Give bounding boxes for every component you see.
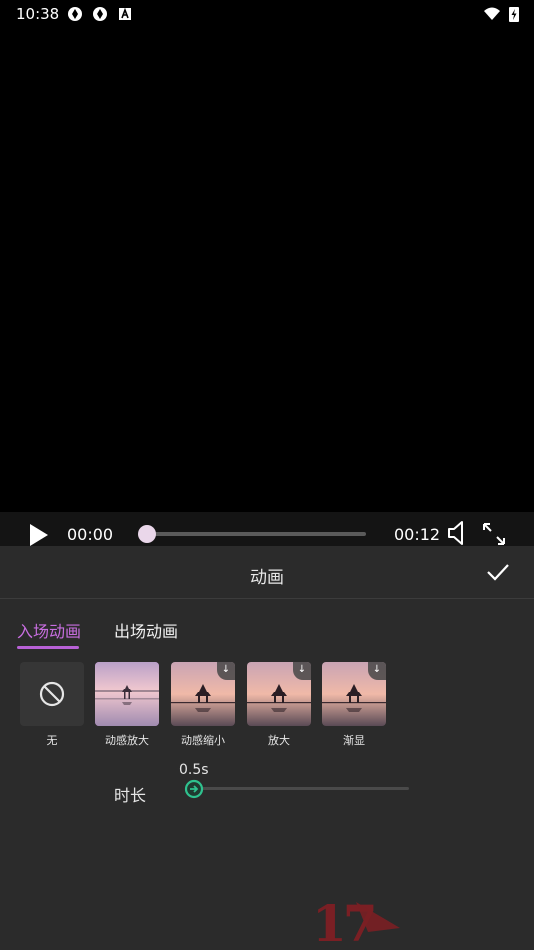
total-time: 00:12 [394,525,441,544]
pagoda-thumbnail [95,662,159,726]
panel-title: 动画 [250,568,284,588]
anim-label: 渐显 [343,734,365,747]
tab-entrance-animation[interactable]: 入场动画 [17,618,81,642]
ban-icon [39,681,65,707]
duration-label: 时长 [114,786,147,805]
player-controls: 00:00 00:12 [0,512,534,546]
confirm-check-icon[interactable] [486,562,510,582]
status-time: 10:38 [16,5,60,23]
anim-card-fade-in[interactable]: ↓ [322,662,386,726]
current-time: 00:00 [67,525,114,544]
video-preview[interactable] [0,28,534,512]
battery-charging-icon [509,7,519,22]
anim-card-zoom-in[interactable]: ↓ [247,662,311,726]
download-icon: ↓ [293,662,311,680]
download-icon: ↓ [368,662,386,680]
anim-card-none[interactable] [20,662,84,726]
duration-slider-knob-icon[interactable] [184,779,204,799]
duration-value: 0.5s [179,762,209,778]
watermark-arrow-icon [356,902,400,932]
wifi-icon [484,7,500,20]
animation-panel: 动画 入场动画 出场动画 无 动感放大 ↓ 动感缩小 ↓ 放大 ↓ 渐显 0.5… [0,546,534,950]
anim-label: 动感缩小 [181,734,225,747]
tab-exit-animation[interactable]: 出场动画 [114,618,178,642]
download-icon: ↓ [217,662,235,680]
volume-icon[interactable] [447,520,471,546]
aperture-icon [93,7,107,21]
progress-track[interactable] [140,532,366,536]
tab-underline [17,646,79,649]
app-a-icon [119,7,131,20]
anim-label: 动感放大 [105,734,149,747]
aperture-icon [68,7,82,21]
panel-header: 动画 [0,546,534,599]
anim-label: 无 [46,734,58,747]
progress-thumb[interactable] [138,525,156,543]
anim-card-dynamic-zoom-out[interactable]: ↓ [171,662,235,726]
duration-slider-track[interactable] [186,787,409,790]
anim-label: 放大 [268,734,290,747]
status-bar: 10:38 [0,0,534,28]
play-icon[interactable] [28,522,50,548]
fullscreen-icon[interactable] [481,521,507,547]
anim-card-dynamic-zoom-in[interactable] [95,662,159,726]
